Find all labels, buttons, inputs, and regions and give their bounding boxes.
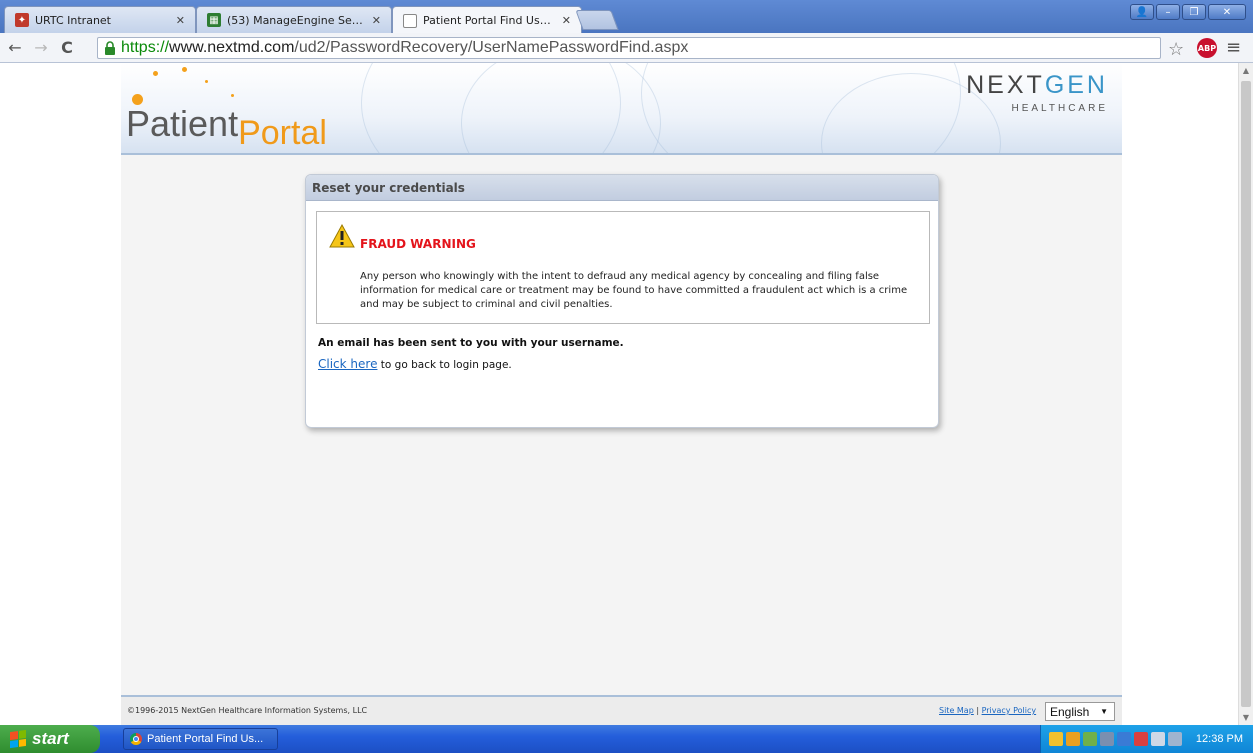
panel-title: Reset your credentials [306,175,938,201]
copyright-text: ©1996-2015 NextGen Healthcare Informatio… [127,706,368,715]
tab-urtc-intranet[interactable]: ✦ URTC Intranet ✕ [4,6,196,33]
chrome-menu-icon[interactable]: ≡ [1226,37,1241,58]
header-swirl [461,63,661,153]
back-to-login-text: to go back to login page. [377,359,512,371]
scroll-up-icon[interactable]: ▲ [1239,66,1253,75]
nextgen-logo: NEXTGEN [966,71,1108,100]
browser-tab-strip: ✦ URTC Intranet ✕ ▦ (53) ManageEngine Se… [0,0,1253,34]
windows-flag-icon [10,729,26,749]
tray-icon[interactable] [1134,732,1148,746]
abp-label: ABP [1197,43,1217,53]
tray-icon[interactable] [1117,732,1131,746]
scroll-down-icon[interactable]: ▼ [1239,713,1253,722]
tab-patient-portal[interactable]: Patient Portal Find Username ✕ [392,6,582,34]
close-tab-icon[interactable]: ✕ [372,14,381,27]
url-path: /ud2/PasswordRecovery/UserNamePasswordFi… [294,39,689,56]
start-button[interactable]: start [0,725,100,753]
new-tab-button[interactable] [575,10,619,30]
back-to-login-line: Click here to go back to login page. [318,357,512,371]
nextgen-subtitle: HEALTHCARE [1011,103,1108,114]
restore-button[interactable]: ❐ [1182,4,1206,20]
click-here-link[interactable]: Click here [318,357,377,371]
chevron-down-icon: ▼ [1100,707,1108,716]
tray-icon[interactable] [1066,732,1080,746]
footer-separator: | [973,706,982,715]
scrollbar-thumb[interactable] [1241,81,1251,707]
language-select[interactable]: English ▼ [1045,702,1115,721]
logo-dot [205,80,208,83]
patient-portal-logo[interactable]: PatientPortal [126,103,327,152]
taskbar-item-title: Patient Portal Find Us... [147,733,264,745]
language-value: English [1050,704,1090,719]
brand-gen: GEN [1044,71,1108,99]
user-icon[interactable]: 👤 [1130,4,1154,20]
address-bar[interactable]: https://www.nextmd.com/ud2/PasswordRecov… [97,37,1161,59]
fraud-warning-box: FRAUD WARNING Any person who knowingly w… [316,211,930,324]
window-controls: 👤 – ❐ ✕ [1130,4,1246,20]
chrome-icon [130,733,142,745]
page-gutter-left [0,63,121,725]
tray-icon[interactable] [1100,732,1114,746]
fraud-warning-text: Any person who knowingly with the intent… [360,271,908,310]
page-viewport: PatientPortal NEXTGEN HEALTHCARE Reset y… [0,63,1238,725]
network-icon[interactable] [1168,732,1182,746]
logo-patient-text: Patient [126,103,239,144]
page-icon [403,13,417,28]
email-sent-message: An email has been sent to you with your … [318,337,624,349]
brand-next: NEXT [966,71,1045,99]
fraud-warning-title: FRAUD WARNING [360,237,476,251]
tab-title: Patient Portal Find Username [423,14,556,27]
browser-toolbar: ← → C https://www.nextmd.com/ud2/Passwor… [0,33,1253,63]
footer-links: Site Map | Privacy Policy [939,706,1036,715]
url-scheme: https:// [121,39,170,56]
reload-icon[interactable]: C [56,38,78,57]
system-tray: 12:38 PM [1040,725,1253,753]
site-map-link[interactable]: Site Map [939,706,974,715]
logo-portal-text: Portal [238,114,327,152]
patient-portal-page: PatientPortal NEXTGEN HEALTHCARE Reset y… [121,63,1122,725]
close-tab-icon[interactable]: ✕ [562,14,571,27]
logo-dot [182,67,187,72]
windows-taskbar: start Patient Portal Find Us... 12:38 PM [0,725,1253,753]
volume-icon[interactable] [1151,732,1165,746]
tab-title: URTC Intranet [35,13,111,27]
forward-icon[interactable]: → [30,38,52,57]
urtc-icon: ✦ [15,13,29,27]
minimize-button[interactable]: – [1156,4,1180,20]
tray-icon[interactable] [1049,732,1063,746]
close-window-button[interactable]: ✕ [1208,4,1246,20]
back-icon[interactable]: ← [4,38,26,57]
reset-credentials-panel: Reset your credentials FRAUD WARNING Any… [305,174,939,428]
close-tab-icon[interactable]: ✕ [176,14,185,27]
clock[interactable]: 12:38 PM [1196,733,1243,745]
tab-title: (53) ManageEngine ServiceD [227,13,366,27]
taskbar-item-chrome[interactable]: Patient Portal Find Us... [123,728,278,750]
vertical-scrollbar[interactable]: ▲ ▼ [1238,63,1253,725]
url-host: www.nextmd.com [169,39,295,56]
privacy-policy-link[interactable]: Privacy Policy [982,706,1037,715]
logo-dot [231,94,234,97]
portal-header: PatientPortal NEXTGEN HEALTHCARE [121,63,1122,155]
tab-manageengine[interactable]: ▦ (53) ManageEngine ServiceD ✕ [196,6,392,33]
tray-icon[interactable] [1083,732,1097,746]
portal-footer: ©1996-2015 NextGen Healthcare Informatio… [121,695,1122,725]
logo-dot [153,71,158,76]
lock-icon [105,41,115,55]
start-label: start [32,729,69,748]
adblock-plus-icon[interactable]: ABP [1197,38,1217,58]
bookmark-star-icon[interactable]: ☆ [1168,39,1184,60]
manageengine-icon: ▦ [207,13,221,27]
warning-icon [329,224,355,248]
page-gutter-right [1122,63,1238,725]
